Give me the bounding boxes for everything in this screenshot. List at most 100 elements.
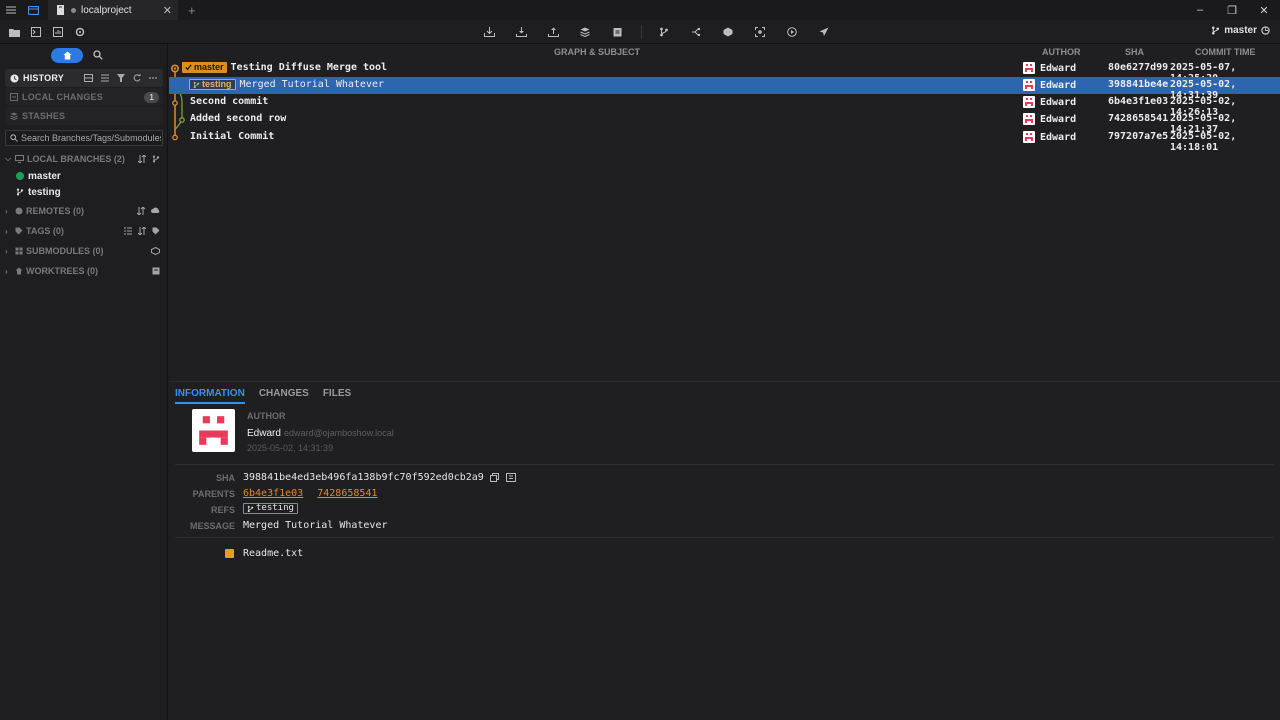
remote-icon <box>15 207 23 215</box>
minimize-button[interactable]: – <box>1184 0 1216 20</box>
sha-value-row: 398841be4ed3eb496fa138b9fc70f592ed0cb2a9 <box>243 472 516 483</box>
tree-view-icon[interactable] <box>124 227 132 235</box>
pull-icon[interactable] <box>513 24 529 40</box>
parent-link[interactable]: 6b4e3f1e03 <box>243 488 303 499</box>
copy-icon[interactable] <box>490 473 499 482</box>
branch-search-field[interactable] <box>5 130 163 146</box>
parent-link[interactable]: 7428658541 <box>317 488 377 499</box>
git-flow-icon[interactable] <box>688 24 704 40</box>
tab-information[interactable]: INFORMATION <box>175 388 245 404</box>
commit-subject: Merged Tutorial Whatever <box>240 79 385 90</box>
home-button[interactable] <box>51 48 83 63</box>
branch-item-master[interactable]: master <box>16 169 61 183</box>
new-branch-icon[interactable] <box>152 155 160 163</box>
tags-header[interactable]: › TAGS (0) <box>5 224 163 238</box>
open-folder-icon[interactable] <box>6 24 22 40</box>
git-lfs-icon[interactable] <box>720 24 736 40</box>
tab-localproject[interactable]: localproject ✕ <box>48 0 178 20</box>
author-name: Edward <box>247 428 281 439</box>
branch-icon <box>193 81 200 89</box>
branch-icon <box>1211 26 1220 35</box>
branch-item-testing[interactable]: testing <box>16 185 61 199</box>
toolbar-divider <box>641 25 642 39</box>
submodules-header[interactable]: › SUBMODULES (0) <box>5 244 163 258</box>
sidebar-item-history[interactable]: HISTORY <box>5 69 163 87</box>
push-icon[interactable] <box>545 24 561 40</box>
stash-icon[interactable] <box>577 24 593 40</box>
chevron-right-icon: › <box>5 247 13 256</box>
title-bar: localproject ✕ + – ❐ ✕ <box>0 0 1280 20</box>
remotes-header[interactable]: › REMOTES (0) <box>5 204 163 218</box>
branch-ref-badge-testing[interactable]: testing <box>189 79 236 90</box>
more-icon[interactable] <box>149 74 157 82</box>
local-branches-header[interactable]: ⌵ LOCAL BRANCHES (2) <box>5 152 163 166</box>
commit-row-selected[interactable]: testing Merged Tutorial Whatever Edward … <box>169 77 1280 94</box>
tab-changes[interactable]: CHANGES <box>259 388 309 404</box>
column-header-sha[interactable]: SHA <box>1125 47 1144 57</box>
avatar <box>1023 62 1035 74</box>
changed-file-row[interactable]: Readme.txt <box>225 548 303 559</box>
tab-files[interactable]: FILES <box>323 388 351 404</box>
branch-icon[interactable] <box>656 24 672 40</box>
refresh-icon[interactable] <box>133 74 141 82</box>
commit-author: Edward <box>1023 79 1076 91</box>
workspace-icon[interactable] <box>22 0 44 20</box>
current-branch-label: master <box>1224 25 1257 36</box>
commit-row[interactable]: Second commit Edward 6b4e3f1e03 2025-05-… <box>169 94 1280 111</box>
branch-label: testing <box>28 187 61 198</box>
sort-icon[interactable] <box>137 207 145 215</box>
apply-stash-icon[interactable] <box>609 24 625 40</box>
current-branch-dot <box>16 172 24 180</box>
column-header-graph[interactable]: GRAPH & SUBJECT <box>554 47 640 57</box>
maximize-button[interactable]: ❐ <box>1216 0 1248 20</box>
add-tag-icon[interactable] <box>152 227 160 235</box>
chevron-down-icon: ⌵ <box>5 154 13 164</box>
current-branch-indicator[interactable]: master <box>1211 25 1270 36</box>
column-header-author[interactable]: AUTHOR <box>1042 47 1081 57</box>
add-submodule-icon[interactable] <box>151 247 160 255</box>
refs-value: testing <box>243 503 302 516</box>
add-worktree-icon[interactable] <box>152 267 160 275</box>
commit-details-panel: INFORMATION CHANGES FILES AUTHOR Edward … <box>169 381 1280 720</box>
ref-badge[interactable]: testing <box>243 503 298 514</box>
send-icon[interactable] <box>816 24 832 40</box>
commit-row[interactable]: Added second row Edward 7428658541 2025-… <box>169 111 1280 128</box>
sort-icon[interactable] <box>138 227 146 235</box>
add-remote-icon[interactable] <box>151 207 160 215</box>
close-window-button[interactable]: ✕ <box>1248 0 1280 20</box>
list-view-icon[interactable] <box>101 74 109 82</box>
branch-ref-badge-master[interactable]: master <box>182 62 227 73</box>
sort-icon[interactable] <box>138 155 146 163</box>
menu-icon[interactable] <box>0 0 22 20</box>
sidebar-item-label: HISTORY <box>23 73 64 83</box>
commit-sha: 398841be4e <box>1108 79 1168 90</box>
commit-sha: 7428658541 <box>1108 113 1168 124</box>
history-icon <box>10 74 19 83</box>
open-commit-icon[interactable] <box>506 473 516 482</box>
branch-status-icon <box>1261 26 1270 35</box>
branch-icon <box>247 505 254 513</box>
filter-icon[interactable] <box>117 74 125 82</box>
worktrees-header[interactable]: › WORKTREES (0) <box>5 264 163 278</box>
new-tab-button[interactable]: + <box>188 3 196 18</box>
column-header-time[interactable]: COMMIT TIME <box>1195 47 1256 57</box>
statistics-icon[interactable] <box>50 24 66 40</box>
group-label: LOCAL BRANCHES (2) <box>27 154 125 164</box>
bisect-icon[interactable] <box>752 24 768 40</box>
tab-close-icon[interactable]: ✕ <box>163 4 172 17</box>
commit-row[interactable]: Initial Commit Edward 797207a7e5 2025-05… <box>169 129 1280 146</box>
sidebar-item-local-changes[interactable]: LOCAL CHANGES 1 <box>5 88 163 106</box>
fetch-icon[interactable] <box>481 24 497 40</box>
search-icon[interactable] <box>93 50 103 60</box>
refs-label: REFS <box>169 505 235 515</box>
branch-search-input[interactable] <box>21 133 161 143</box>
sidebar-item-stashes[interactable]: STASHES <box>5 107 163 125</box>
ref-label: testing <box>256 504 294 513</box>
run-action-icon[interactable] <box>784 24 800 40</box>
sidebar-item-label: STASHES <box>22 111 65 121</box>
tab-label: localproject <box>81 5 163 16</box>
commit-row[interactable]: master Testing Diffuse Merge tool Edward… <box>169 60 1280 77</box>
terminal-icon[interactable] <box>28 24 44 40</box>
settings-gear-icon[interactable] <box>72 24 88 40</box>
layout-toggle-icon[interactable] <box>84 74 93 82</box>
